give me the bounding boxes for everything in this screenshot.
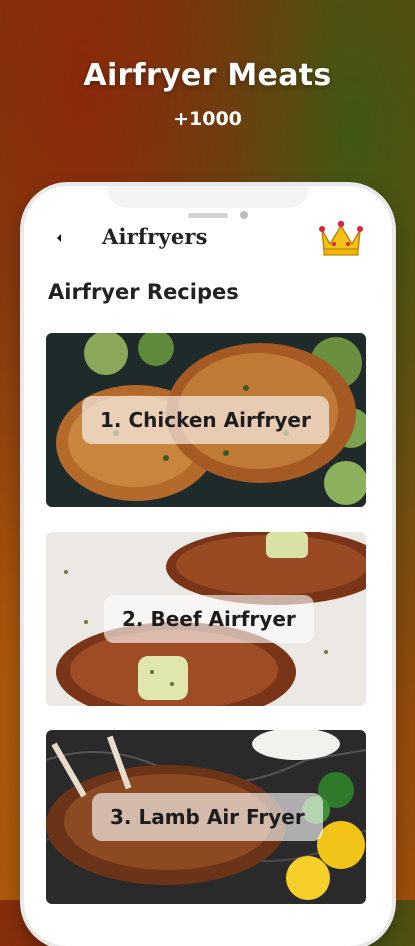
back-button[interactable] xyxy=(44,218,74,258)
recipe-card-beef[interactable]: 2. Beef Airfryer xyxy=(46,532,366,706)
hero-title: Airfryer Meats xyxy=(83,58,332,93)
app-title: Airfryers xyxy=(102,224,208,249)
phone-camera xyxy=(240,211,248,219)
phone-speaker xyxy=(188,213,228,218)
hero-count: +1000 xyxy=(173,108,242,130)
recipe-card-label: 1. Chicken Airfryer xyxy=(82,396,329,444)
recipe-card-lamb[interactable]: 3. Lamb Air Fryer xyxy=(46,730,366,904)
recipe-card-label: 2. Beef Airfryer xyxy=(104,595,314,643)
section-title: Airfryer Recipes xyxy=(48,280,239,304)
chevron-left-icon xyxy=(57,234,61,242)
crown-icon[interactable] xyxy=(318,214,364,258)
phone-notch xyxy=(108,186,308,208)
recipe-card-label: 3. Lamb Air Fryer xyxy=(92,793,323,841)
phone-frame: Airfryers Airfryer Recipes 1. Chicken Ai… xyxy=(24,186,392,946)
recipe-card-chicken[interactable]: 1. Chicken Airfryer xyxy=(46,333,366,507)
